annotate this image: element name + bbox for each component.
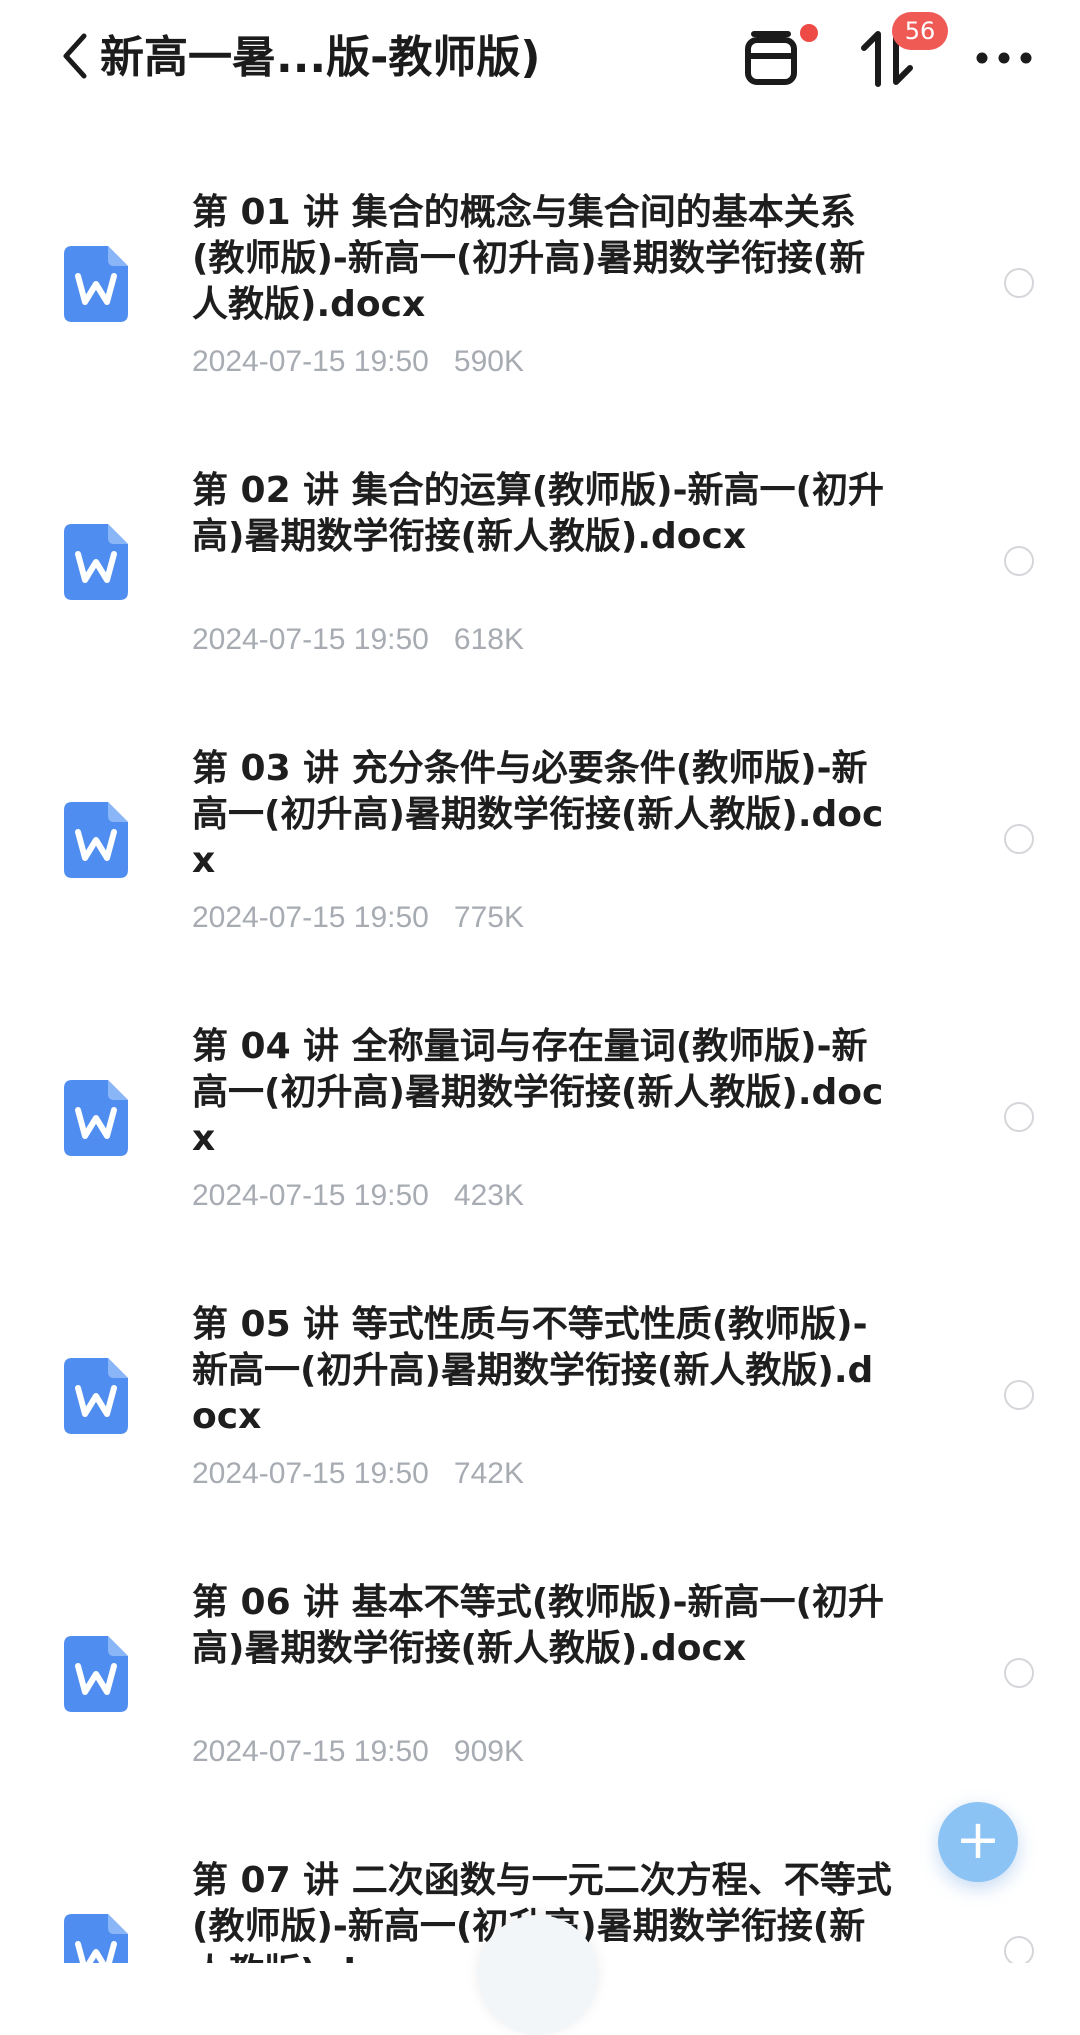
file-date: 2024-07-15 19:50 xyxy=(192,1457,429,1490)
file-name: 第 06 讲 基本不等式(教师版)-新高一(初升高)暑期数学衔接(新人教版).d… xyxy=(192,1582,884,1669)
chevron-left-icon xyxy=(63,33,87,79)
file-date: 2024-07-15 19:50 xyxy=(192,1179,429,1212)
top-bar: 新高一暑...版-教师版) 56 xyxy=(0,0,1080,120)
more-horizontal-icon xyxy=(976,52,1032,64)
file-name: 第 05 讲 等式性质与不等式性质(教师版)-新高一(初升高)暑期数学衔接(新人… xyxy=(192,1304,874,1437)
word-doc-icon xyxy=(64,1358,128,1434)
file-size: 590K xyxy=(453,345,524,378)
file-size: 423K xyxy=(453,1179,524,1212)
word-doc-icon xyxy=(64,1914,128,1963)
file-size: 909K xyxy=(453,1735,524,1768)
word-doc-icon xyxy=(64,802,128,878)
clipboard-icon xyxy=(745,31,797,85)
file-meta: 2024-07-15 19:50 618K xyxy=(192,622,524,658)
back-button[interactable] xyxy=(56,28,96,84)
file-meta: 2024-07-15 19:50 775K xyxy=(192,900,524,936)
word-doc-icon xyxy=(64,524,128,600)
file-meta: 2024-07-15 19:50 909K xyxy=(192,1734,524,1770)
file-list-item[interactable]: 第 01 讲 集合的概念与集合间的基本关系(教师版)-新高一(初升高)暑期数学衔… xyxy=(0,190,1080,468)
file-name: 第 01 讲 集合的概念与集合间的基本关系(教师版)-新高一(初升高)暑期数学衔… xyxy=(192,192,866,325)
select-radio[interactable] xyxy=(1004,268,1034,298)
file-name: 第 02 讲 集合的运算(教师版)-新高一(初升高)暑期数学衔接(新人教版).d… xyxy=(192,470,884,557)
file-list-item[interactable]: 第 04 讲 全称量词与存在量词(教师版)-新高一(初升高)暑期数学衔接(新人教… xyxy=(0,1024,1080,1302)
file-meta: 2024-07-15 19:50 423K xyxy=(192,1178,524,1214)
word-doc-icon xyxy=(64,1636,128,1712)
select-radio[interactable] xyxy=(1004,1936,1034,1963)
file-name: 第 04 讲 全称量词与存在量词(教师版)-新高一(初升高)暑期数学衔接(新人教… xyxy=(192,1026,884,1159)
select-radio[interactable] xyxy=(1004,1658,1034,1688)
file-size: 775K xyxy=(453,901,524,934)
file-list-item[interactable]: 第 02 讲 集合的运算(教师版)-新高一(初升高)暑期数学衔接(新人教版).d… xyxy=(0,468,1080,746)
floating-bubble[interactable] xyxy=(478,1915,598,2035)
add-button[interactable]: + xyxy=(938,1802,1018,1882)
file-date: 2024-07-15 19:50 xyxy=(192,1735,429,1768)
select-radio[interactable] xyxy=(1004,1102,1034,1132)
word-doc-icon xyxy=(64,1080,128,1156)
file-meta: 2024-07-15 19:50 742K xyxy=(192,1456,524,1492)
clipboard-button[interactable] xyxy=(740,26,804,90)
word-doc-icon xyxy=(64,246,128,322)
transfer-count-badge: 56 xyxy=(892,12,948,50)
file-name: 第 03 讲 充分条件与必要条件(教师版)-新高一(初升高)暑期数学衔接(新人教… xyxy=(192,748,884,881)
page-title: 新高一暑...版-教师版) xyxy=(100,32,541,83)
more-button[interactable] xyxy=(972,26,1036,90)
select-radio[interactable] xyxy=(1004,1380,1034,1410)
file-list-item[interactable]: 第 05 讲 等式性质与不等式性质(教师版)-新高一(初升高)暑期数学衔接(新人… xyxy=(0,1302,1080,1580)
file-date: 2024-07-15 19:50 xyxy=(192,901,429,934)
file-meta: 2024-07-15 19:50 590K xyxy=(192,344,524,380)
plus-icon: + xyxy=(955,1808,1001,1871)
file-size: 742K xyxy=(453,1457,524,1490)
file-list-item[interactable]: 第 03 讲 充分条件与必要条件(教师版)-新高一(初升高)暑期数学衔接(新人教… xyxy=(0,746,1080,1024)
select-radio[interactable] xyxy=(1004,824,1034,854)
file-date: 2024-07-15 19:50 xyxy=(192,623,429,656)
notification-dot xyxy=(800,24,818,42)
file-list-item[interactable]: 第 06 讲 基本不等式(教师版)-新高一(初升高)暑期数学衔接(新人教版).d… xyxy=(0,1580,1080,1858)
file-size: 618K xyxy=(453,623,524,656)
select-radio[interactable] xyxy=(1004,546,1034,576)
file-date: 2024-07-15 19:50 xyxy=(192,345,429,378)
